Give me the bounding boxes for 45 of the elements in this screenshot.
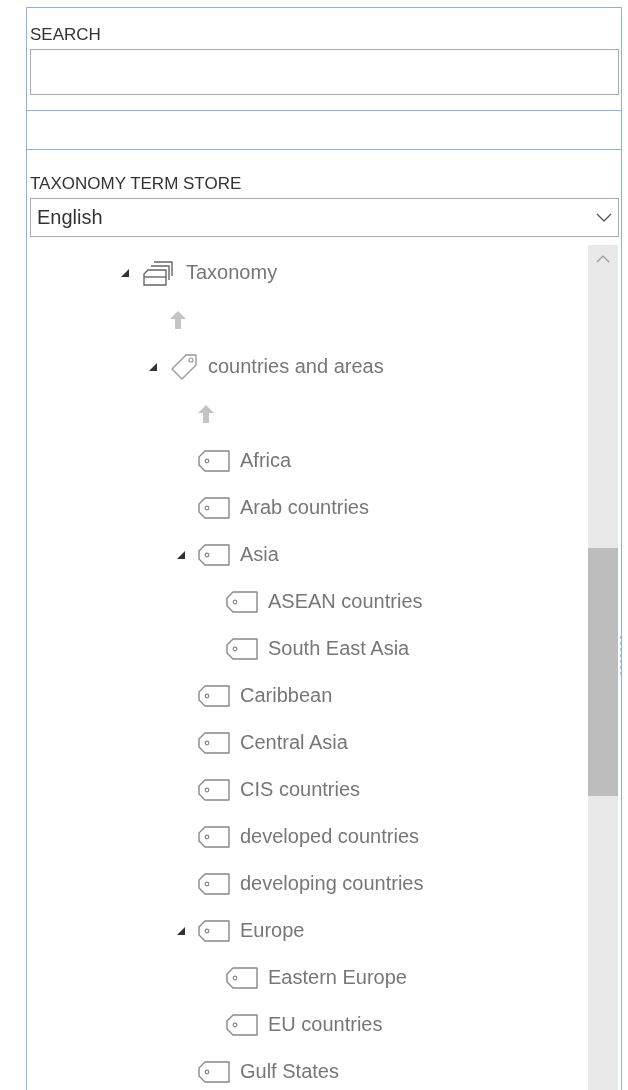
term-store-label: TAXONOMY TERM STORE bbox=[30, 174, 243, 194]
label-tag-icon bbox=[198, 919, 230, 942]
label-tag-icon bbox=[226, 966, 258, 989]
label-tag-icon bbox=[226, 590, 258, 613]
expander-icon[interactable] bbox=[148, 361, 158, 372]
label-tag-icon bbox=[198, 872, 230, 895]
tree-item-label[interactable]: Caribbean bbox=[240, 684, 333, 707]
scrollbar[interactable] bbox=[588, 245, 618, 1090]
tree-item-label[interactable]: Eastern Europe bbox=[268, 966, 407, 989]
tree-item-label[interactable]: South East Asia bbox=[268, 637, 410, 660]
label-tag-icon bbox=[198, 496, 230, 519]
label-tag-icon bbox=[198, 449, 230, 472]
tree-item-label[interactable]: Asia bbox=[240, 543, 279, 566]
label-tag-icon bbox=[226, 637, 258, 660]
tree-item-label[interactable]: Arab countries bbox=[240, 496, 369, 519]
expander-icon[interactable] bbox=[120, 267, 130, 278]
chevron-down-icon bbox=[596, 212, 612, 223]
tree-item-label[interactable]: Central Asia bbox=[240, 731, 348, 754]
label-tag-icon bbox=[198, 543, 230, 566]
tag-icon bbox=[170, 352, 198, 381]
tree-item-label[interactable]: CIS countries bbox=[240, 778, 361, 801]
up-arrow-icon[interactable] bbox=[198, 404, 214, 423]
search-label: SEARCH bbox=[30, 25, 102, 45]
tree-item-label[interactable]: ASEAN countries bbox=[268, 590, 423, 613]
chevron-up-icon[interactable] bbox=[596, 255, 610, 263]
label-tag-icon bbox=[198, 731, 230, 754]
scrollbar-thumb[interactable] bbox=[588, 548, 618, 796]
tree-item-label[interactable]: Africa bbox=[240, 449, 292, 472]
expander-icon[interactable] bbox=[176, 925, 186, 936]
tree-item-label[interactable]: developed countries bbox=[240, 825, 419, 848]
tree-item-label[interactable]: Taxonomy bbox=[186, 261, 278, 284]
tree-item-label[interactable]: countries and areas bbox=[208, 355, 384, 378]
label-tag-icon bbox=[198, 1060, 230, 1083]
up-arrow-icon[interactable] bbox=[170, 310, 186, 329]
label-tag-icon bbox=[226, 1013, 258, 1036]
tree-item-label[interactable]: developing countries bbox=[240, 872, 424, 895]
language-dropdown[interactable]: English bbox=[30, 198, 619, 237]
label-tag-icon bbox=[198, 825, 230, 848]
tree-item-label[interactable]: EU countries bbox=[268, 1013, 383, 1036]
search-field[interactable] bbox=[30, 49, 619, 95]
expander-icon[interactable] bbox=[176, 549, 186, 560]
label-tag-icon bbox=[198, 778, 230, 801]
label-tag-icon bbox=[198, 684, 230, 707]
tree-item-label[interactable]: Europe bbox=[240, 919, 305, 942]
tree-item-label[interactable]: Gulf States bbox=[240, 1060, 339, 1083]
